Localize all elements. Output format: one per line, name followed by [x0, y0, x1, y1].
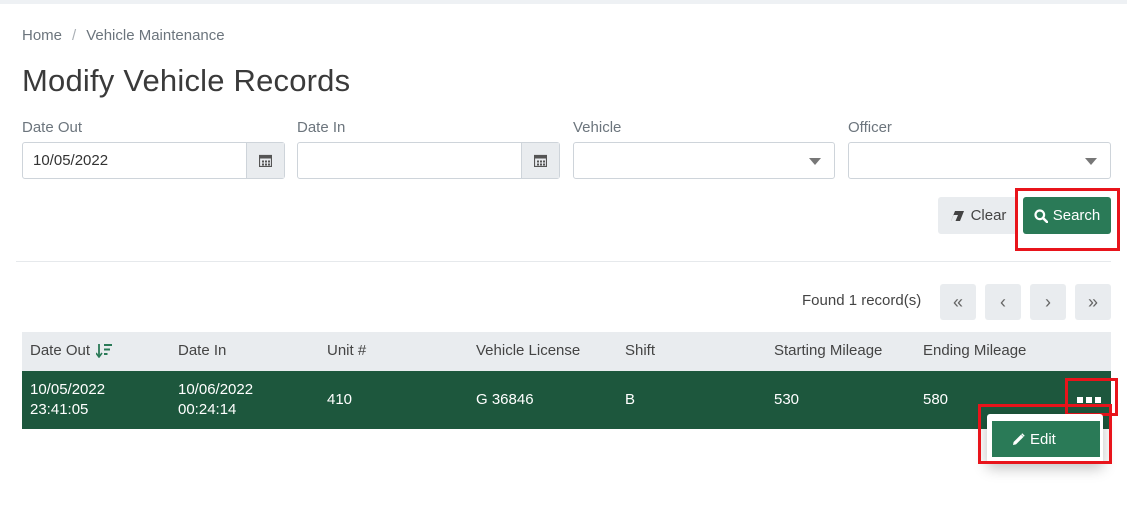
chevron-left-icon: ‹: [1000, 291, 1006, 312]
date-out-input[interactable]: 10/05/2022: [23, 143, 246, 178]
eraser-icon: [950, 210, 964, 221]
table-row[interactable]: 10/05/2022 23:41:05 10/06/2022 00:24:14 …: [22, 371, 1111, 429]
date-in-calendar-button[interactable]: [521, 143, 559, 178]
last-page-button[interactable]: »: [1075, 284, 1111, 320]
first-page-button[interactable]: «: [940, 284, 976, 320]
chevron-down-icon: [1085, 158, 1097, 165]
vehicle-label: Vehicle: [573, 119, 622, 136]
cell-unit: 410: [327, 391, 353, 408]
cell-ending-mileage: 580: [923, 391, 949, 408]
clear-button[interactable]: Clear: [938, 197, 1018, 234]
breadcrumb-current: Vehicle Maintenance: [86, 27, 225, 44]
edit-highlight-box: [978, 404, 1112, 464]
calendar-icon: [259, 154, 272, 167]
cell-starting-mileage: 530: [774, 391, 800, 408]
column-header-ending-mileage[interactable]: Ending Mileage: [923, 342, 1026, 359]
double-chevron-right-icon: »: [1087, 291, 1098, 312]
table-header: Date Out Date In Unit # Vehicle License …: [22, 332, 1111, 371]
results-count: Found 1 record(s): [802, 292, 922, 309]
breadcrumb-separator: /: [72, 27, 77, 44]
officer-label: Officer: [848, 119, 892, 136]
date-in-label: Date In: [297, 119, 346, 136]
column-header-vehicle-license[interactable]: Vehicle License: [476, 342, 580, 359]
page-title: Modify Vehicle Records: [22, 63, 351, 98]
cell-date-in: 10/06/2022 00:24:14: [178, 380, 253, 420]
column-header-label: Date Out: [30, 342, 91, 359]
cell-date-in-time: 00:24:14: [178, 401, 237, 418]
column-header-shift[interactable]: Shift: [625, 342, 655, 359]
cell-date-out-date: 10/05/2022: [30, 381, 106, 398]
cell-date-in-date: 10/06/2022: [178, 381, 254, 398]
column-header-unit[interactable]: Unit #: [327, 342, 366, 359]
calendar-icon: [534, 154, 547, 167]
search-highlight-box: [1015, 188, 1120, 251]
cell-date-out-time: 23:41:05: [30, 401, 89, 418]
date-out-calendar-button[interactable]: [246, 143, 284, 178]
date-in-field[interactable]: [297, 142, 560, 179]
previous-page-button[interactable]: ‹: [985, 284, 1021, 320]
section-divider: [16, 261, 1111, 262]
cell-vehicle-license: G 36846: [476, 391, 534, 408]
sort-descending-icon: [96, 344, 113, 358]
breadcrumb: Home / Vehicle Maintenance: [22, 27, 225, 44]
date-out-label: Date Out: [22, 119, 83, 136]
cell-shift: B: [625, 391, 636, 408]
vehicle-select[interactable]: [573, 142, 835, 179]
breadcrumb-home[interactable]: Home: [22, 27, 62, 44]
officer-select[interactable]: [848, 142, 1111, 179]
clear-button-label: Clear: [970, 207, 1007, 224]
column-header-starting-mileage[interactable]: Starting Mileage: [774, 342, 882, 359]
chevron-right-icon: ›: [1045, 291, 1051, 312]
next-page-button[interactable]: ›: [1030, 284, 1066, 320]
date-out-field[interactable]: 10/05/2022: [22, 142, 285, 179]
date-in-input[interactable]: [298, 143, 521, 178]
column-header-date-in[interactable]: Date In: [178, 342, 226, 359]
top-bar: [0, 0, 1127, 4]
column-header-date-out[interactable]: Date Out: [30, 342, 113, 359]
cell-date-out: 10/05/2022 23:41:05: [30, 380, 105, 420]
double-chevron-left-icon: «: [952, 291, 963, 312]
chevron-down-icon: [809, 158, 821, 165]
